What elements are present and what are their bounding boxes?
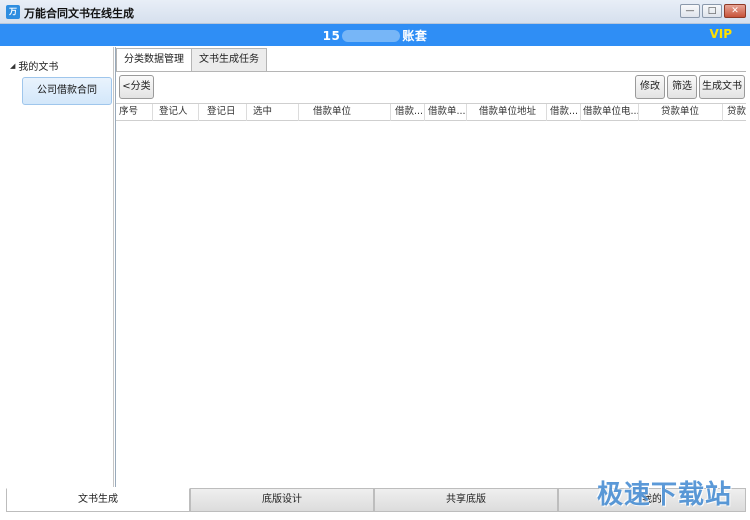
window-controls: — □ ✕ (680, 4, 746, 18)
expand-arrow-icon[interactable]: ◢ (10, 62, 15, 70)
tree-item-company-loan-contract[interactable]: 公司借款合同 (22, 77, 112, 105)
edit-button[interactable]: 修改 (635, 75, 665, 99)
tab-generation-tasks[interactable]: 文书生成任务 (191, 48, 267, 72)
main-panel: 分类数据管理 文书生成任务 <分类 修改 筛选 生成文书 序号 登记人 登记日 … (115, 47, 746, 487)
back-to-category-button[interactable]: <分类 (119, 75, 154, 99)
redacted-mask (342, 30, 401, 42)
grid-header: 序号 登记人 登记日 选中 借款单位 借款... 借款单... 借款单位地址 借… (116, 103, 746, 121)
maximize-icon: □ (707, 6, 717, 16)
window-title: 万能合同文书在线生成 (24, 7, 134, 20)
account-label: 15 账套 (0, 27, 750, 44)
column-header[interactable]: 序号 (116, 104, 153, 121)
tree-root-label: 我的文书 (18, 62, 59, 73)
bottom-tab-document-generation[interactable]: 文书生成 (6, 488, 190, 512)
tree-root-my-documents[interactable]: ◢ 我的文书 (10, 58, 59, 74)
app-logo-icon: 万 (6, 5, 20, 19)
minimize-icon: — (685, 6, 695, 16)
account-prefix: 15 (322, 29, 341, 43)
column-header[interactable]: 借款单位电... (581, 104, 639, 121)
tab-strip: 分类数据管理 文书生成任务 (116, 48, 267, 72)
filter-button[interactable]: 筛选 (667, 75, 697, 99)
minimize-button[interactable]: — (680, 4, 700, 18)
close-button[interactable]: ✕ (724, 4, 746, 18)
column-header[interactable]: 选中 (247, 104, 299, 121)
toolbar: <分类 修改 筛选 生成文书 (116, 72, 746, 102)
title-bar: 万 万能合同文书在线生成 — □ ✕ (0, 0, 750, 24)
column-header[interactable]: 登记日 (199, 104, 247, 121)
column-header[interactable]: 借款... (391, 104, 425, 121)
vip-badge[interactable]: VIP (709, 27, 732, 41)
column-header[interactable]: 借款单位 (299, 104, 391, 121)
maximize-button[interactable]: □ (702, 4, 722, 18)
account-header: 15 账套 VIP (0, 24, 750, 46)
column-header[interactable]: 借款... (547, 104, 581, 121)
watermark-logo: 极速下载站 (596, 480, 732, 510)
column-header[interactable]: 登记人 (153, 104, 199, 121)
generate-document-button[interactable]: 生成文书 (699, 75, 745, 99)
column-header[interactable]: 贷款单位 (639, 104, 723, 121)
tab-category-data[interactable]: 分类数据管理 (116, 48, 192, 72)
data-grid-body[interactable] (116, 122, 746, 487)
close-icon: ✕ (731, 6, 739, 16)
document-tree: ◢ 我的文书 公司借款合同 (4, 47, 114, 487)
bottom-tab-shared-templates[interactable]: 共享底版 (374, 488, 558, 512)
column-header[interactable]: 贷款 (723, 104, 747, 121)
account-suffix: 账套 (402, 29, 428, 43)
column-header[interactable]: 借款单位地址 (467, 104, 547, 121)
column-header[interactable]: 借款单... (425, 104, 467, 121)
bottom-tab-template-design[interactable]: 底版设计 (190, 488, 374, 512)
